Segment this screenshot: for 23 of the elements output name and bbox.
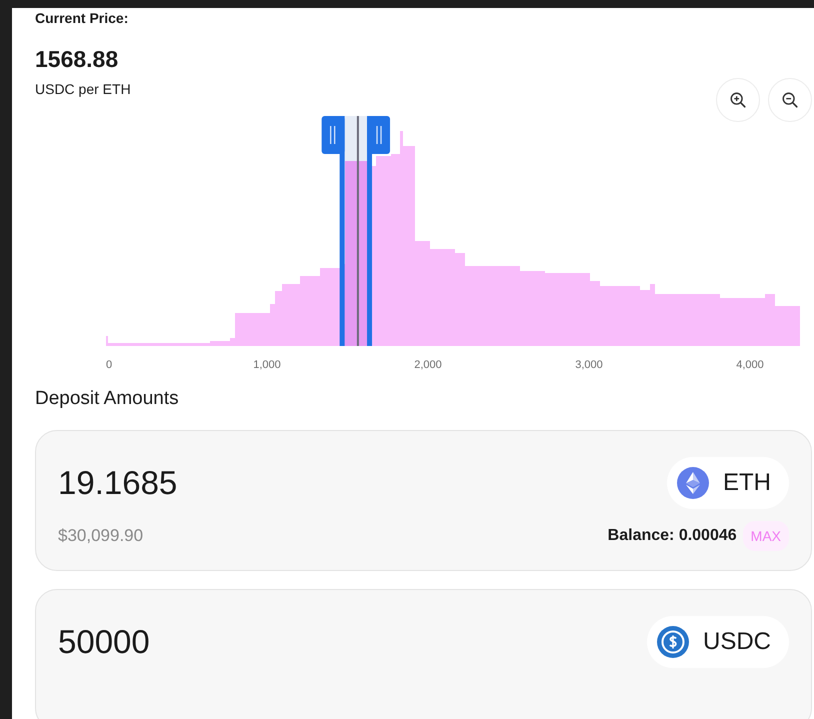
amount-input[interactable]: 50000	[58, 623, 458, 661]
axis-tick-label: 1,000	[253, 359, 281, 371]
price-unit: USDC per ETH	[35, 81, 131, 97]
ethereum-icon	[677, 467, 709, 499]
range-handle[interactable]	[322, 116, 345, 346]
axis-tick-label: 0	[106, 359, 112, 371]
usdc-icon	[656, 626, 689, 658]
range-handle[interactable]	[367, 116, 390, 346]
section-title: Deposit Amounts	[35, 388, 180, 410]
usd-value: $30,099.90	[58, 526, 144, 546]
zoom-in-icon	[729, 91, 747, 109]
zoom-out-button[interactable]	[768, 78, 812, 122]
zoom-out-icon	[781, 91, 799, 109]
axis-tick-label: 2,000	[414, 359, 442, 371]
axis-tick-label: 3,000	[575, 359, 603, 371]
current-price-label: Current Price:	[35, 9, 130, 26]
token-selector[interactable]: ETH	[667, 457, 789, 509]
token-balance: Balance: 0.00046	[608, 527, 737, 545]
token-selector[interactable]: USDC	[646, 616, 789, 668]
amount-input[interactable]: 19.1685	[58, 464, 458, 502]
axis-tick-label: 4,000	[736, 359, 764, 371]
zoom-in-button[interactable]	[716, 78, 760, 122]
current-price-value: 1568.88	[35, 46, 120, 72]
